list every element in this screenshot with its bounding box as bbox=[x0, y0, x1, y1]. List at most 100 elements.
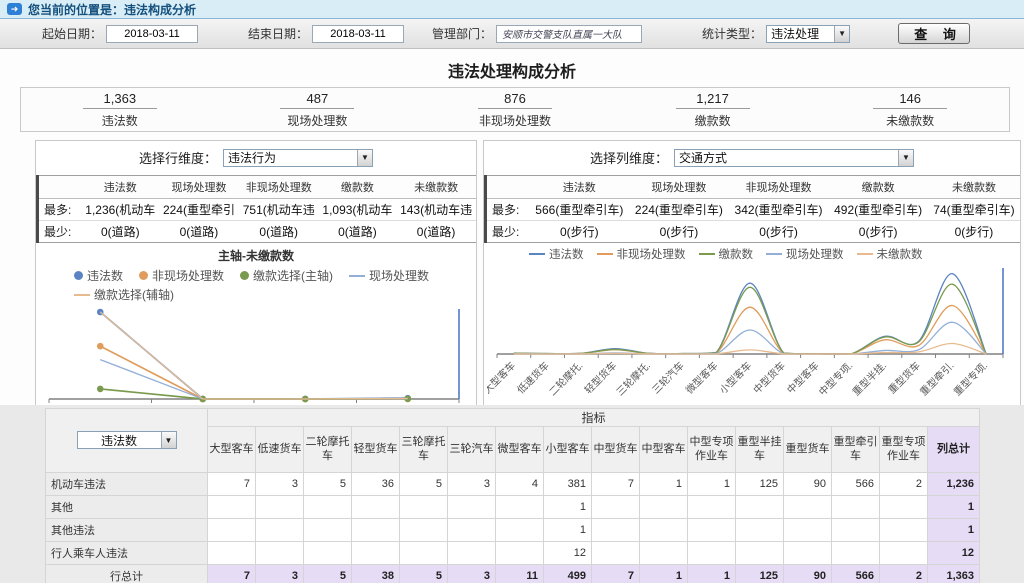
legend-item[interactable]: 现场处理数 bbox=[766, 246, 844, 262]
table-cell bbox=[688, 496, 736, 519]
stat-underline bbox=[280, 108, 354, 109]
stat-type-value: 违法处理 bbox=[767, 25, 834, 42]
column-header: 轻型货车 bbox=[352, 427, 400, 473]
legend-dot-icon bbox=[139, 271, 148, 280]
dept-label: 管理部门： bbox=[432, 25, 492, 42]
x-axis-label: 小型客车 bbox=[717, 359, 754, 396]
min-value: 0(步行) bbox=[828, 221, 928, 243]
end-date-input[interactable] bbox=[312, 25, 404, 43]
stat-item: 1,217 缴款数 bbox=[614, 91, 812, 129]
total-row: 行总计7353853114997111259056621,363 bbox=[46, 565, 980, 583]
table-cell bbox=[352, 542, 400, 565]
right-chart-legend: 违法数非现场处理数缴款数 现场处理数未缴款数 bbox=[484, 243, 1020, 262]
legend-item[interactable]: 缴款选择(主轴) bbox=[240, 267, 333, 284]
min-value: 0(步行) bbox=[928, 221, 1020, 243]
group-header: 指标 bbox=[208, 409, 980, 427]
metric-picker-cell: 违法数 ▼ bbox=[46, 409, 208, 473]
table-cell bbox=[400, 496, 448, 519]
left-chart-title: 主轴-未缴款数 bbox=[36, 247, 476, 264]
column-header: 重型牵引车 bbox=[832, 427, 880, 473]
col-dim-value: 交通方式 bbox=[675, 149, 898, 166]
data-point-marker[interactable] bbox=[97, 386, 104, 393]
stat-type-label: 统计类型： bbox=[702, 25, 762, 42]
table-cell bbox=[496, 542, 544, 565]
total-row-label: 行总计 bbox=[46, 565, 208, 583]
total-cell: 499 bbox=[544, 565, 592, 583]
col-dim-select[interactable]: 交通方式 ▼ bbox=[674, 149, 914, 167]
legend-item[interactable]: 非现场处理数 bbox=[597, 246, 686, 262]
total-cell: 5 bbox=[400, 565, 448, 583]
min-value: 0(道路) bbox=[239, 221, 319, 243]
table-cell bbox=[256, 542, 304, 565]
query-button[interactable]: 查 询 bbox=[898, 23, 970, 44]
start-date-input[interactable] bbox=[106, 25, 198, 43]
table-cell bbox=[880, 496, 928, 519]
legend-dot-icon bbox=[74, 271, 83, 280]
legend-item[interactable]: 缴款数 bbox=[699, 246, 754, 262]
legend-item[interactable]: 未缴款数 bbox=[857, 246, 923, 262]
table-cell: 1 bbox=[928, 496, 980, 519]
table-cell bbox=[832, 519, 880, 542]
legend-item[interactable]: 违法数 bbox=[529, 246, 584, 262]
table-cell bbox=[352, 519, 400, 542]
min-value: 0(道路) bbox=[319, 221, 397, 243]
table-cell bbox=[400, 542, 448, 565]
legend-item[interactable]: 非现场处理数 bbox=[139, 267, 224, 284]
legend-item[interactable]: 现场处理数 bbox=[349, 267, 429, 284]
min-row: 最少:0(道路)0(道路)0(道路)0(道路)0(道路) bbox=[38, 221, 477, 243]
table-cell bbox=[736, 542, 784, 565]
row-label: 机动车违法 bbox=[46, 473, 208, 496]
table-cell bbox=[736, 519, 784, 542]
total-cell: 90 bbox=[784, 565, 832, 583]
dept-input[interactable] bbox=[496, 25, 642, 43]
max-value: 492(重型牵引车) bbox=[828, 199, 928, 221]
table-cell bbox=[640, 496, 688, 519]
table-cell bbox=[784, 542, 832, 565]
x-axis-label: 中型货车 bbox=[750, 359, 787, 396]
table-cell bbox=[496, 519, 544, 542]
table-metric-select[interactable]: 违法数 ▼ bbox=[77, 431, 177, 449]
chevron-down-icon[interactable]: ▼ bbox=[834, 26, 849, 42]
table-cell: 1 bbox=[640, 473, 688, 496]
stat-label: 违法数 bbox=[21, 112, 219, 129]
legend-item[interactable]: 违法数 bbox=[74, 267, 123, 284]
min-value: 0(步行) bbox=[530, 221, 630, 243]
chevron-down-icon[interactable]: ▼ bbox=[898, 150, 913, 166]
legend-label: 现场处理数 bbox=[786, 246, 844, 262]
series-line bbox=[514, 284, 986, 354]
legend-label: 非现场处理数 bbox=[152, 267, 224, 284]
data-point-marker[interactable] bbox=[97, 343, 104, 350]
metric-header: 违法数 bbox=[530, 176, 630, 199]
dimension-panels: 选择行维度： 违法行为 ▼ 违法数现场处理数非现场处理数缴款数未缴款数最多:1,… bbox=[35, 140, 1024, 408]
row-label: 行人乘车人违法 bbox=[46, 542, 208, 565]
x-axis-label: 中型专项. bbox=[816, 359, 855, 398]
chevron-down-icon[interactable]: ▼ bbox=[357, 150, 372, 166]
max-value: 224(重型牵引车) bbox=[629, 199, 729, 221]
column-header: 列总计 bbox=[928, 427, 980, 473]
table-cell bbox=[784, 496, 832, 519]
legend-label: 违法数 bbox=[87, 267, 123, 284]
left-chart-legend: 违法数 非现场处理数缴款选择(主轴) 现场处理数缴款选择(辅轴) bbox=[36, 264, 476, 303]
table-cell: 2 bbox=[880, 473, 928, 496]
row-dim-select[interactable]: 违法行为 ▼ bbox=[223, 149, 373, 167]
table-cell bbox=[304, 519, 352, 542]
col-dim-label: 选择列维度： bbox=[590, 148, 668, 167]
row-dim-minmax-table: 违法数现场处理数非现场处理数缴款数未缴款数最多:1,236(机动车224(重型牵… bbox=[36, 175, 476, 243]
table-cell: 3 bbox=[448, 473, 496, 496]
metric-header: 非现场处理数 bbox=[729, 176, 829, 199]
column-header: 三轮摩托车 bbox=[400, 427, 448, 473]
min-value: 0(道路) bbox=[82, 221, 160, 243]
legend-item[interactable]: 缴款选择(辅轴) bbox=[74, 286, 174, 303]
stat-type-select[interactable]: 违法处理 ▼ bbox=[766, 25, 850, 43]
row-dimension-panel: 选择行维度： 违法行为 ▼ 违法数现场处理数非现场处理数缴款数未缴款数最多:1,… bbox=[35, 140, 477, 408]
table-cell bbox=[688, 519, 736, 542]
column-header: 中型客车 bbox=[640, 427, 688, 473]
table-cell bbox=[592, 496, 640, 519]
breadcrumb: ➜ 您当前的位置是：违法构成分析 bbox=[0, 0, 1024, 19]
total-cell: 566 bbox=[832, 565, 880, 583]
total-cell: 2 bbox=[880, 565, 928, 583]
stat-value: 487 bbox=[219, 91, 417, 106]
chevron-down-icon[interactable]: ▼ bbox=[161, 432, 176, 448]
pivot-table: 违法数 ▼ 指标 大型客车低速货车二轮摩托车轻型货车三轮摩托车三轮汽车微型客车小… bbox=[45, 408, 980, 583]
series-line bbox=[100, 389, 408, 399]
